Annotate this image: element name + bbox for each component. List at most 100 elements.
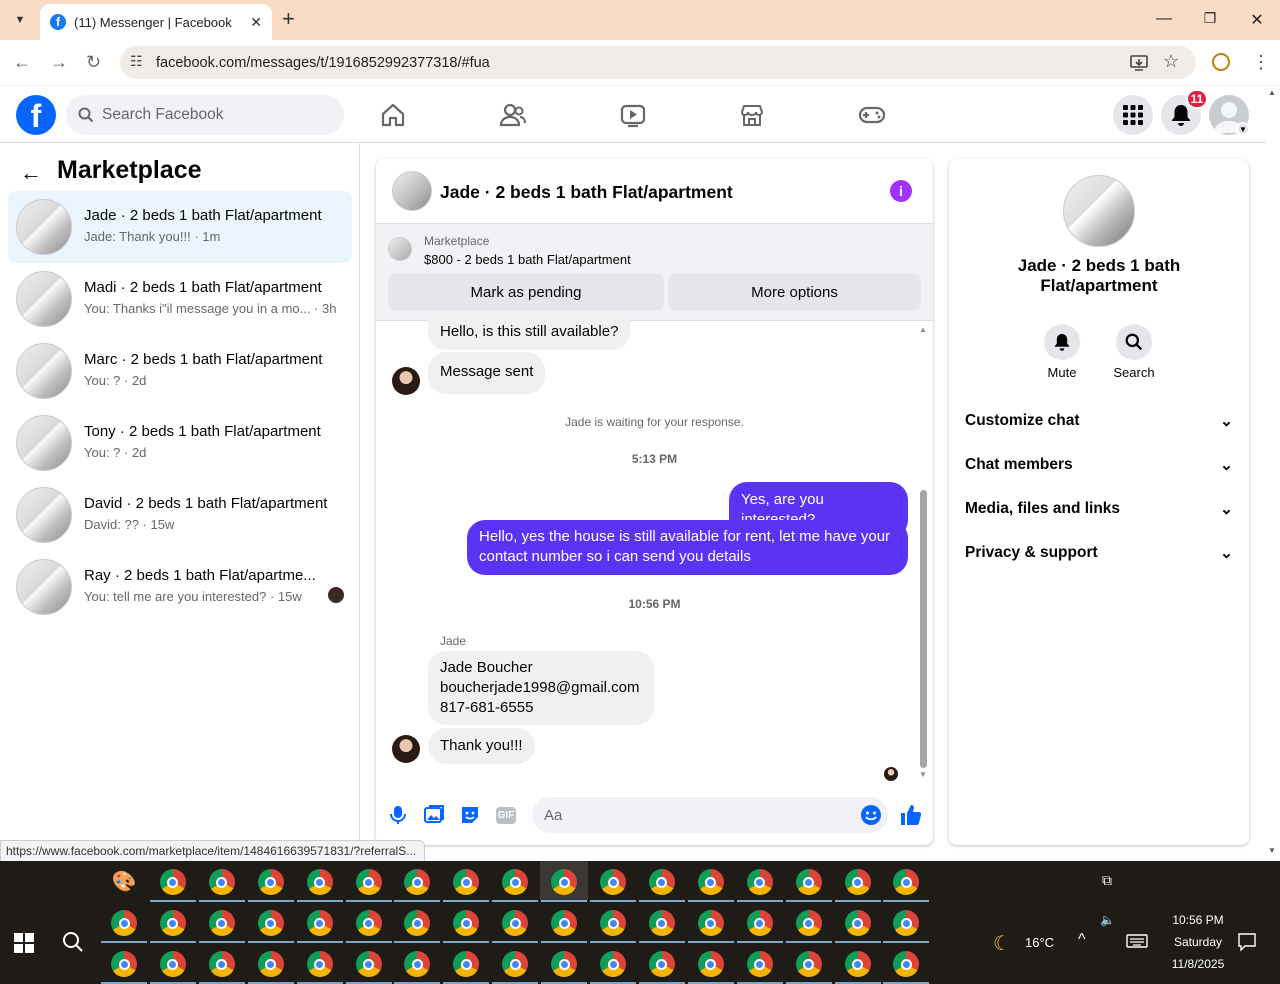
chrome-window-icon[interactable] <box>257 869 284 895</box>
gif-icon[interactable]: GIF <box>494 803 518 827</box>
chrome-window-icon[interactable] <box>600 951 626 977</box>
chrome-window-icon[interactable] <box>208 910 235 936</box>
chrome-window-icon[interactable] <box>600 869 626 895</box>
chrome-window-icon[interactable] <box>159 869 186 895</box>
menu-kebab-icon[interactable]: ⋮ <box>1252 52 1270 73</box>
conversation-item-ray[interactable]: Ray · 2 beds 1 bath Flat/apartme... You:… <box>8 551 352 623</box>
chrome-window-icon[interactable] <box>306 951 333 977</box>
keyboard-icon[interactable] <box>1126 934 1148 948</box>
jade-avatar[interactable] <box>392 367 420 395</box>
info-icon[interactable]: i <box>890 180 912 202</box>
forward-icon[interactable]: → <box>50 52 68 73</box>
chrome-window-icon[interactable] <box>648 910 675 936</box>
chrome-window-icon[interactable] <box>648 869 675 895</box>
message-incoming[interactable]: Thank you!!! <box>428 728 535 764</box>
chrome-window-icon[interactable] <box>453 910 480 936</box>
search-in-chat-button[interactable] <box>1116 324 1152 360</box>
new-tab-icon[interactable]: + <box>282 8 295 30</box>
paint-app-icon[interactable]: 🎨 <box>111 869 137 895</box>
back-arrow-icon[interactable]: ← <box>20 160 42 186</box>
mute-button[interactable] <box>1044 324 1080 360</box>
chrome-window-icon[interactable] <box>697 910 724 936</box>
chrome-window-icon[interactable] <box>453 869 480 895</box>
chrome-window-icon[interactable] <box>600 910 626 936</box>
marketplace-icon[interactable] <box>738 101 766 129</box>
chrome-window-icon[interactable] <box>257 910 284 936</box>
conversation-item-marc[interactable]: Marc · 2 beds 1 bath Flat/apartment You:… <box>8 335 352 407</box>
chrome-window-icon[interactable] <box>551 910 578 936</box>
chat-title[interactable]: Jade · 2 beds 1 bath Flat/apartment <box>440 182 733 203</box>
scroll-down-icon[interactable]: ▼ <box>919 770 927 779</box>
chrome-window-icon[interactable] <box>111 951 137 977</box>
chrome-window-icon[interactable] <box>697 951 724 977</box>
listing-price-title[interactable]: $800 - 2 beds 1 bath Flat/apartment <box>424 252 631 267</box>
customize-chat-section[interactable]: Customize chat ⌄ <box>965 409 1233 433</box>
home-icon[interactable] <box>379 101 407 129</box>
chrome-window-icon[interactable] <box>551 951 578 977</box>
chrome-window-icon[interactable] <box>453 951 480 977</box>
chrome-window-icon[interactable] <box>208 951 235 977</box>
chrome-window-icon[interactable] <box>795 869 822 895</box>
facebook-logo[interactable]: f <box>16 95 56 135</box>
install-app-icon[interactable] <box>1130 54 1148 72</box>
emoji-icon[interactable] <box>860 804 882 826</box>
account-chevron-icon[interactable]: ▼ <box>1236 122 1250 136</box>
conversation-item-jade[interactable]: Jade · 2 beds 1 bath Flat/apartment Jade… <box>8 191 352 263</box>
microphone-icon[interactable] <box>386 803 410 827</box>
address-bar[interactable]: facebook.com/messages/t/1916852992377318… <box>120 46 1196 79</box>
message-outgoing[interactable]: Hello, yes the house is still available … <box>467 520 908 575</box>
like-thumbs-up-icon[interactable] <box>899 803 923 827</box>
conversation-item-david[interactable]: David · 2 beds 1 bath Flat/apartment Dav… <box>8 479 352 551</box>
bookmark-star-icon[interactable]: ☆ <box>1163 51 1179 72</box>
chrome-window-icon[interactable] <box>159 910 186 936</box>
weather-moon-icon[interactable]: ☾ <box>993 931 1011 956</box>
chrome-window-icon[interactable] <box>551 869 578 895</box>
friends-icon[interactable] <box>499 101 527 129</box>
media-files-links-section[interactable]: Media, files and links ⌄ <box>965 497 1233 521</box>
listing-mini-thumbnail[interactable] <box>388 237 412 261</box>
minimize-icon[interactable]: — <box>1154 10 1174 28</box>
chrome-window-icon[interactable] <box>746 910 773 936</box>
chrome-window-icon[interactable] <box>697 869 724 895</box>
scroll-up-icon[interactable]: ▲ <box>919 325 927 334</box>
clock-day[interactable]: Saturday <box>1160 935 1236 949</box>
browser-tab-messenger[interactable]: f (11) Messenger | Facebook ✕ <box>40 4 272 40</box>
menu-grid-button[interactable] <box>1113 95 1153 135</box>
windows-start-icon[interactable] <box>14 933 34 953</box>
tab-search-dropdown-icon[interactable]: ▼ <box>8 8 32 32</box>
chat-listing-avatar[interactable] <box>392 171 432 211</box>
jade-avatar[interactable] <box>392 735 420 763</box>
chrome-window-icon[interactable] <box>795 951 822 977</box>
chrome-window-icon[interactable] <box>355 951 382 977</box>
chrome-window-icon[interactable] <box>502 910 529 936</box>
chrome-window-icon[interactable] <box>795 910 822 936</box>
conversation-item-tony[interactable]: Tony · 2 beds 1 bath Flat/apartment You:… <box>8 407 352 479</box>
chrome-window-icon[interactable] <box>893 869 920 895</box>
chrome-window-icon[interactable] <box>502 869 529 895</box>
chrome-window-icon[interactable] <box>111 910 137 936</box>
more-options-button[interactable]: More options <box>668 274 921 310</box>
chrome-window-icon[interactable] <box>844 910 871 936</box>
message-incoming[interactable]: Hello, is this still available? <box>428 316 631 350</box>
restore-icon[interactable]: ❐ <box>1200 10 1220 27</box>
volume-icon[interactable]: 🔈 <box>1100 913 1115 927</box>
chrome-window-icon[interactable] <box>257 951 284 977</box>
chrome-window-icon[interactable] <box>355 910 382 936</box>
taskbar-search-icon[interactable] <box>62 931 84 953</box>
message-incoming[interactable]: Message sent <box>428 352 546 394</box>
notification-center-icon[interactable] <box>1238 933 1256 951</box>
back-icon[interactable]: ← <box>13 52 31 73</box>
chat-scrollbar[interactable] <box>920 490 927 768</box>
chrome-window-icon[interactable] <box>893 951 920 977</box>
chrome-window-icon[interactable] <box>355 869 382 895</box>
tray-chevron-up-icon[interactable]: ^ <box>1078 931 1086 949</box>
listing-large-avatar[interactable] <box>1063 175 1135 247</box>
chrome-window-icon[interactable] <box>746 869 773 895</box>
chrome-window-icon[interactable] <box>648 951 675 977</box>
page-scroll-up-icon[interactable]: ▲ <box>1268 88 1276 97</box>
photo-icon[interactable] <box>422 803 446 827</box>
chrome-window-icon[interactable] <box>159 951 186 977</box>
chrome-window-icon[interactable] <box>844 869 871 895</box>
page-scroll-down-icon[interactable]: ▼ <box>1268 846 1276 855</box>
task-view-icon[interactable]: ⧉ <box>1102 872 1112 889</box>
